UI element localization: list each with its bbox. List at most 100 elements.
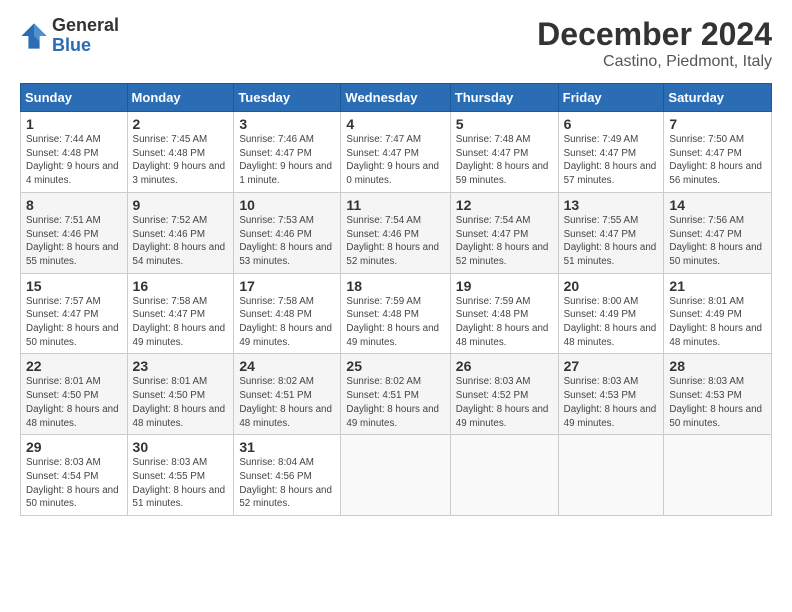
day-cell: 4 Sunrise: 7:47 AMSunset: 4:47 PMDayligh…: [341, 112, 450, 193]
logo-blue-text: Blue: [52, 36, 119, 56]
day-cell: 2 Sunrise: 7:45 AMSunset: 4:48 PMDayligh…: [127, 112, 234, 193]
day-cell: 1 Sunrise: 7:44 AMSunset: 4:48 PMDayligh…: [21, 112, 128, 193]
day-number: 17: [239, 278, 335, 294]
day-cell: 30 Sunrise: 8:03 AMSunset: 4:55 PMDaylig…: [127, 435, 234, 516]
page: General Blue December 2024 Castino, Pied…: [0, 0, 792, 612]
day-cell: 20 Sunrise: 8:00 AMSunset: 4:49 PMDaylig…: [558, 273, 664, 354]
day-cell: 31 Sunrise: 8:04 AMSunset: 4:56 PMDaylig…: [234, 435, 341, 516]
day-cell: 16 Sunrise: 7:58 AMSunset: 4:47 PMDaylig…: [127, 273, 234, 354]
title-section: December 2024 Castino, Piedmont, Italy: [537, 16, 772, 71]
main-title: December 2024: [537, 16, 772, 53]
day-cell: 21 Sunrise: 8:01 AMSunset: 4:49 PMDaylig…: [664, 273, 772, 354]
day-number: 29: [26, 439, 122, 455]
day-cell: 22 Sunrise: 8:01 AMSunset: 4:50 PMDaylig…: [21, 354, 128, 435]
day-info: Sunrise: 7:58 AMSunset: 4:48 PMDaylight:…: [239, 296, 332, 348]
day-cell: 18 Sunrise: 7:59 AMSunset: 4:48 PMDaylig…: [341, 273, 450, 354]
day-number: 24: [239, 358, 335, 374]
day-number: 22: [26, 358, 122, 374]
day-number: 3: [239, 116, 335, 132]
day-cell: 26 Sunrise: 8:03 AMSunset: 4:52 PMDaylig…: [450, 354, 558, 435]
day-cell: 27 Sunrise: 8:03 AMSunset: 4:53 PMDaylig…: [558, 354, 664, 435]
day-number: 14: [669, 197, 766, 213]
day-number: 27: [564, 358, 659, 374]
day-info: Sunrise: 8:02 AMSunset: 4:51 PMDaylight:…: [239, 376, 332, 428]
day-info: Sunrise: 8:03 AMSunset: 4:52 PMDaylight:…: [456, 376, 549, 428]
day-cell: 11 Sunrise: 7:54 AMSunset: 4:46 PMDaylig…: [341, 192, 450, 273]
day-number: 7: [669, 116, 766, 132]
day-info: Sunrise: 7:51 AMSunset: 4:46 PMDaylight:…: [26, 215, 119, 267]
day-info: Sunrise: 8:01 AMSunset: 4:50 PMDaylight:…: [133, 376, 226, 428]
day-cell: 13 Sunrise: 7:55 AMSunset: 4:47 PMDaylig…: [558, 192, 664, 273]
week-row-5: 29 Sunrise: 8:03 AMSunset: 4:54 PMDaylig…: [21, 435, 772, 516]
logo-text: General Blue: [52, 16, 119, 56]
day-info: Sunrise: 7:52 AMSunset: 4:46 PMDaylight:…: [133, 215, 226, 267]
day-cell: 25 Sunrise: 8:02 AMSunset: 4:51 PMDaylig…: [341, 354, 450, 435]
calendar-header-row: Sunday Monday Tuesday Wednesday Thursday…: [21, 84, 772, 112]
day-number: 19: [456, 278, 553, 294]
day-number: 13: [564, 197, 659, 213]
day-number: 31: [239, 439, 335, 455]
day-number: 12: [456, 197, 553, 213]
day-number: 26: [456, 358, 553, 374]
day-cell: 23 Sunrise: 8:01 AMSunset: 4:50 PMDaylig…: [127, 354, 234, 435]
day-cell: 9 Sunrise: 7:52 AMSunset: 4:46 PMDayligh…: [127, 192, 234, 273]
day-cell: 14 Sunrise: 7:56 AMSunset: 4:47 PMDaylig…: [664, 192, 772, 273]
day-info: Sunrise: 7:54 AMSunset: 4:46 PMDaylight:…: [346, 215, 439, 267]
day-cell: 17 Sunrise: 7:58 AMSunset: 4:48 PMDaylig…: [234, 273, 341, 354]
day-info: Sunrise: 7:58 AMSunset: 4:47 PMDaylight:…: [133, 296, 226, 348]
day-cell: 3 Sunrise: 7:46 AMSunset: 4:47 PMDayligh…: [234, 112, 341, 193]
day-info: Sunrise: 8:03 AMSunset: 4:53 PMDaylight:…: [669, 376, 762, 428]
col-monday: Monday: [127, 84, 234, 112]
col-tuesday: Tuesday: [234, 84, 341, 112]
day-info: Sunrise: 7:48 AMSunset: 4:47 PMDaylight:…: [456, 134, 549, 186]
day-info: Sunrise: 7:44 AMSunset: 4:48 PMDaylight:…: [26, 134, 119, 186]
day-info: Sunrise: 8:03 AMSunset: 4:54 PMDaylight:…: [26, 457, 119, 509]
day-info: Sunrise: 7:56 AMSunset: 4:47 PMDaylight:…: [669, 215, 762, 267]
col-thursday: Thursday: [450, 84, 558, 112]
day-info: Sunrise: 7:47 AMSunset: 4:47 PMDaylight:…: [346, 134, 439, 186]
day-number: 5: [456, 116, 553, 132]
col-wednesday: Wednesday: [341, 84, 450, 112]
day-number: 16: [133, 278, 229, 294]
day-number: 6: [564, 116, 659, 132]
week-row-1: 1 Sunrise: 7:44 AMSunset: 4:48 PMDayligh…: [21, 112, 772, 193]
week-row-3: 15 Sunrise: 7:57 AMSunset: 4:47 PMDaylig…: [21, 273, 772, 354]
day-info: Sunrise: 8:00 AMSunset: 4:49 PMDaylight:…: [564, 296, 657, 348]
day-cell: 7 Sunrise: 7:50 AMSunset: 4:47 PMDayligh…: [664, 112, 772, 193]
day-cell: 5 Sunrise: 7:48 AMSunset: 4:47 PMDayligh…: [450, 112, 558, 193]
day-number: 9: [133, 197, 229, 213]
col-sunday: Sunday: [21, 84, 128, 112]
day-cell: 24 Sunrise: 8:02 AMSunset: 4:51 PMDaylig…: [234, 354, 341, 435]
week-row-4: 22 Sunrise: 8:01 AMSunset: 4:50 PMDaylig…: [21, 354, 772, 435]
day-number: 20: [564, 278, 659, 294]
day-cell: [450, 435, 558, 516]
logo-icon: [20, 22, 48, 50]
day-cell: 28 Sunrise: 8:03 AMSunset: 4:53 PMDaylig…: [664, 354, 772, 435]
day-info: Sunrise: 7:53 AMSunset: 4:46 PMDaylight:…: [239, 215, 332, 267]
day-cell: [558, 435, 664, 516]
day-info: Sunrise: 7:54 AMSunset: 4:47 PMDaylight:…: [456, 215, 549, 267]
logo-general-text: General: [52, 16, 119, 36]
week-row-2: 8 Sunrise: 7:51 AMSunset: 4:46 PMDayligh…: [21, 192, 772, 273]
day-cell: 29 Sunrise: 8:03 AMSunset: 4:54 PMDaylig…: [21, 435, 128, 516]
day-number: 2: [133, 116, 229, 132]
day-cell: 6 Sunrise: 7:49 AMSunset: 4:47 PMDayligh…: [558, 112, 664, 193]
day-info: Sunrise: 7:59 AMSunset: 4:48 PMDaylight:…: [346, 296, 439, 348]
day-number: 21: [669, 278, 766, 294]
day-info: Sunrise: 8:03 AMSunset: 4:55 PMDaylight:…: [133, 457, 226, 509]
day-number: 8: [26, 197, 122, 213]
day-cell: 8 Sunrise: 7:51 AMSunset: 4:46 PMDayligh…: [21, 192, 128, 273]
day-number: 11: [346, 197, 444, 213]
day-info: Sunrise: 7:49 AMSunset: 4:47 PMDaylight:…: [564, 134, 657, 186]
day-info: Sunrise: 8:03 AMSunset: 4:53 PMDaylight:…: [564, 376, 657, 428]
day-cell: [341, 435, 450, 516]
day-number: 30: [133, 439, 229, 455]
subtitle: Castino, Piedmont, Italy: [537, 53, 772, 71]
day-cell: 15 Sunrise: 7:57 AMSunset: 4:47 PMDaylig…: [21, 273, 128, 354]
day-number: 18: [346, 278, 444, 294]
day-info: Sunrise: 8:02 AMSunset: 4:51 PMDaylight:…: [346, 376, 439, 428]
day-number: 1: [26, 116, 122, 132]
day-info: Sunrise: 7:59 AMSunset: 4:48 PMDaylight:…: [456, 296, 549, 348]
day-info: Sunrise: 7:50 AMSunset: 4:47 PMDaylight:…: [669, 134, 762, 186]
day-number: 4: [346, 116, 444, 132]
